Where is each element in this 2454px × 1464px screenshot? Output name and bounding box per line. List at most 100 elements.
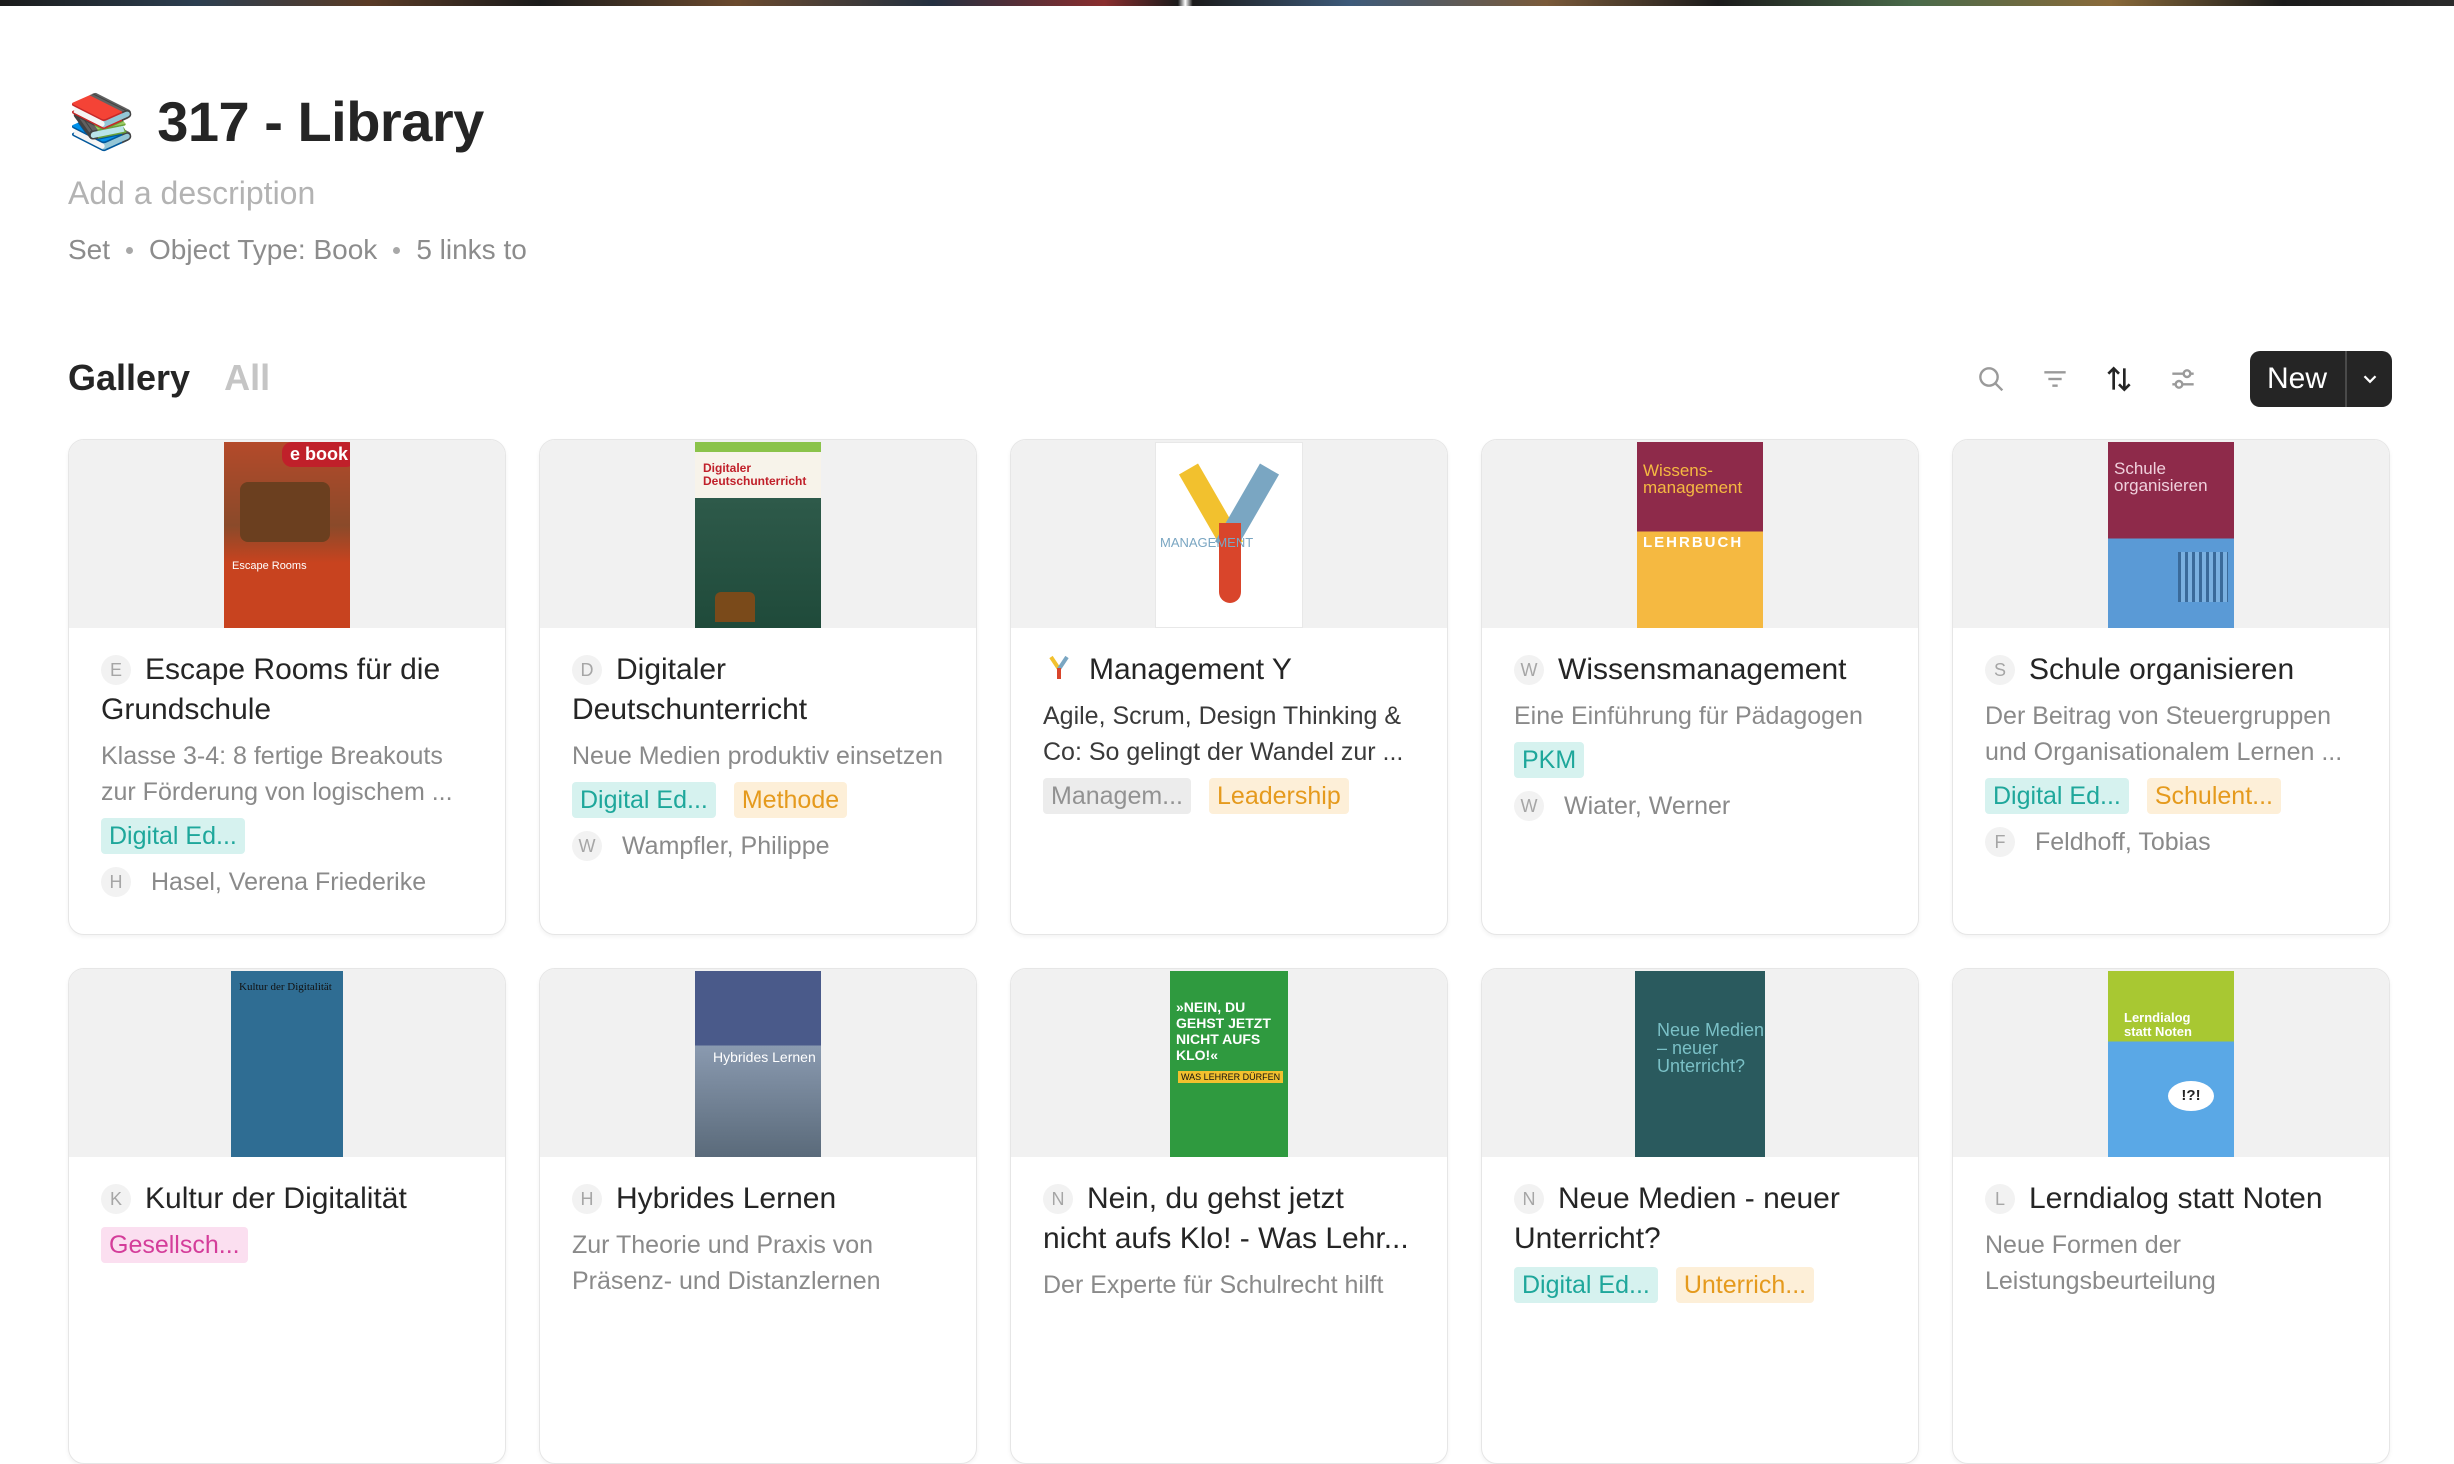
card-cover: e book Escape Rooms xyxy=(69,440,505,628)
card-initial: H xyxy=(572,1184,602,1214)
search-icon[interactable] xyxy=(1974,362,2008,396)
card-cover: Schule organisieren xyxy=(1953,440,2389,628)
meta-row: Set Object Type: Book 5 links to xyxy=(68,234,527,266)
new-button[interactable]: New xyxy=(2249,351,2392,407)
settings-sliders-icon[interactable] xyxy=(2166,362,2200,396)
page-header: 📚 317 - Library xyxy=(68,92,484,153)
card-description: Eine Einführung für Pädagogen xyxy=(1514,702,1863,730)
author-initial: W xyxy=(1514,791,1544,821)
book-card[interactable]: Schule organisieren S Schule organisieren … xyxy=(1952,439,2390,935)
card-description: Der Experte für Schulrecht hilft xyxy=(1043,1271,1384,1299)
author-initial: W xyxy=(572,831,602,861)
card-initial: E xyxy=(101,655,131,685)
card-title: Lerndialog statt Noten xyxy=(2029,1182,2323,1215)
card-initial: N xyxy=(1043,1184,1073,1214)
card-cover: »NEIN, DU GEHST JETZT NICHT AUFS KLO!« W… xyxy=(1011,969,1447,1157)
card-description: Neue Medien produktiv einsetzen xyxy=(572,742,944,770)
card-cover: Digitaler Deutschunterricht xyxy=(540,440,976,628)
card-cover: Neue Medien – neuer Unterricht? xyxy=(1482,969,1918,1157)
book-cover-image: Schule organisieren xyxy=(2108,442,2234,628)
book-cover-image: e book Escape Rooms xyxy=(224,442,350,628)
book-card[interactable]: »NEIN, DU GEHST JETZT NICHT AUFS KLO!« W… xyxy=(1010,968,1448,1464)
author-name: Wampfler, Philippe xyxy=(622,832,830,860)
book-card[interactable]: Lerndialog statt Noten !?! L Lerndialog st… xyxy=(1952,968,2390,1464)
card-cover: Wissens-management LEHRBUCH xyxy=(1482,440,1918,628)
description-placeholder[interactable]: Add a description xyxy=(68,175,315,212)
page-cover-image[interactable] xyxy=(0,0,2454,6)
books-icon[interactable]: 📚 xyxy=(68,92,135,152)
author-name: Feldhoff, Tobias xyxy=(2035,828,2211,856)
card-title: Nein, du gehst jetzt nicht aufs Klo! - W… xyxy=(1043,1182,1409,1255)
management-y-icon xyxy=(1043,652,1075,680)
card-title: Management Y xyxy=(1089,653,1292,686)
tag: Unterrich... xyxy=(1675,1267,1815,1303)
card-author: W Wampfler, Philippe xyxy=(572,828,944,864)
separator-dot xyxy=(393,246,401,254)
tab-gallery[interactable]: Gallery xyxy=(68,357,190,399)
tag: Gesellsch... xyxy=(101,1227,248,1263)
book-card[interactable]: MANAGEMENT Management Y Agile, Scrum, De… xyxy=(1010,439,1448,935)
card-description: Zur Theorie und Praxis von Präsenz- und … xyxy=(572,1231,881,1295)
book-cover-image: Lerndialog statt Noten !?! xyxy=(2108,971,2234,1157)
meta-object-type[interactable]: Object Type: Book xyxy=(149,234,377,266)
card-cover: Kultur der Digitalität xyxy=(69,969,505,1157)
book-cover-image: »NEIN, DU GEHST JETZT NICHT AUFS KLO!« W… xyxy=(1170,971,1288,1157)
tag: PKM xyxy=(1514,742,1585,778)
filter-icon[interactable] xyxy=(2038,362,2072,396)
author-name: Wiater, Werner xyxy=(1564,792,1731,820)
card-title: Escape Rooms für die Grundschule xyxy=(101,653,441,726)
tag: Digital Ed... xyxy=(572,782,716,818)
card-initial: L xyxy=(1985,1184,2015,1214)
author-name: Hasel, Verena Friederike xyxy=(151,868,427,896)
card-initial: N xyxy=(1514,1184,1544,1214)
card-title: Neue Medien - neuer Unterricht? xyxy=(1514,1182,1840,1255)
card-title: Schule organisieren xyxy=(2029,653,2295,686)
book-cover-image: Digitaler Deutschunterricht xyxy=(695,442,821,628)
tab-all[interactable]: All xyxy=(224,357,270,399)
card-title: Hybrides Lernen xyxy=(616,1182,837,1215)
author-initial: F xyxy=(1985,827,2015,857)
book-cover-image: Hybrides Lernen xyxy=(695,971,821,1157)
new-button-label[interactable]: New xyxy=(2250,351,2347,407)
card-initial: W xyxy=(1514,655,1544,685)
separator-dot xyxy=(126,246,134,254)
card-description: Klasse 3-4: 8 fertige Breakouts zur Förd… xyxy=(101,742,453,806)
card-description: Neue Formen der Leistungsbeurteilung xyxy=(1985,1231,2216,1295)
gallery-grid: e book Escape Rooms E Escape Rooms für di… xyxy=(68,439,2390,1464)
card-cover: Lerndialog statt Noten !?! xyxy=(1953,969,2389,1157)
author-initial: H xyxy=(101,867,131,897)
page-title[interactable]: 317 - Library xyxy=(157,92,484,152)
tag: Digital Ed... xyxy=(1514,1267,1658,1303)
sort-icon[interactable] xyxy=(2102,362,2136,396)
card-initial: K xyxy=(101,1184,131,1214)
book-cover-image: Wissens-management LEHRBUCH xyxy=(1637,442,1763,628)
book-cover-image: MANAGEMENT xyxy=(1155,442,1303,628)
card-cover: MANAGEMENT xyxy=(1011,440,1447,628)
view-tabs: Gallery All xyxy=(68,357,270,399)
book-card[interactable]: e book Escape Rooms E Escape Rooms für di… xyxy=(68,439,506,935)
card-author: F Feldhoff, Tobias xyxy=(1985,824,2357,860)
card-title: Digitaler Deutschunterricht xyxy=(572,653,808,726)
tag: Methode xyxy=(733,782,848,818)
meta-links[interactable]: 5 links to xyxy=(416,234,527,266)
card-description: Agile, Scrum, Design Thinking & Co: So g… xyxy=(1043,702,1404,766)
card-initial: D xyxy=(572,655,602,685)
card-cover: Hybrides Lernen xyxy=(540,969,976,1157)
book-card[interactable]: Neue Medien – neuer Unterricht? N Neue Me… xyxy=(1481,968,1919,1464)
tag: Managem... xyxy=(1043,778,1192,814)
book-card[interactable]: Kultur der Digitalität K Kultur der Digit… xyxy=(68,968,506,1464)
chevron-down-icon[interactable] xyxy=(2347,351,2392,407)
toolbar: New xyxy=(1974,351,2392,407)
book-cover-image: Kultur der Digitalität xyxy=(231,971,343,1157)
book-card[interactable]: Wissens-management LEHRBUCH W Wissensmana… xyxy=(1481,439,1919,935)
tag: Digital Ed... xyxy=(101,818,245,854)
book-card[interactable]: Digitaler Deutschunterricht D Digitaler De… xyxy=(539,439,977,935)
meta-set[interactable]: Set xyxy=(68,234,110,266)
card-description: Der Beitrag von Steuergruppen und Organi… xyxy=(1985,702,2343,766)
tag: Leadership xyxy=(1209,778,1349,814)
tag: Digital Ed... xyxy=(1985,778,2129,814)
card-author: H Hasel, Verena Friederike xyxy=(101,864,473,900)
card-title: Kultur der Digitalität xyxy=(145,1182,407,1215)
book-card[interactable]: Hybrides Lernen H Hybrides Lernen Zur The… xyxy=(539,968,977,1464)
book-cover-image: Neue Medien – neuer Unterricht? xyxy=(1635,971,1765,1157)
